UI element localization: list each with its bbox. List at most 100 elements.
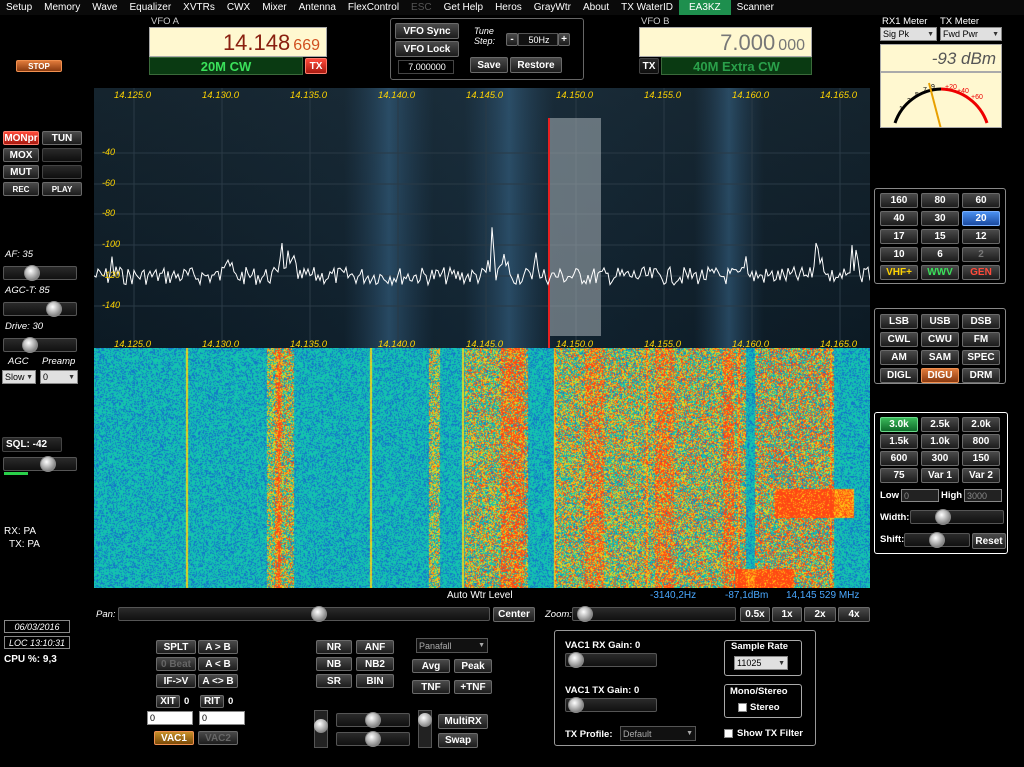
a-to-b-button[interactable]: A > B	[198, 640, 238, 654]
vac-rx-gain-slider[interactable]	[565, 652, 657, 668]
filter-150-button[interactable]: 150	[962, 451, 1000, 466]
swap-button[interactable]: Swap	[438, 733, 478, 748]
menu-item-esc[interactable]: ESC	[405, 0, 438, 15]
pan-slider[interactable]	[118, 606, 490, 622]
menu-item-flexcontrol[interactable]: FlexControl	[342, 0, 405, 15]
rit-input[interactable]: 0	[199, 711, 245, 725]
af-slider[interactable]	[3, 265, 77, 281]
blank-button-1[interactable]	[42, 148, 82, 162]
vfo-lock-button[interactable]: VFO Lock	[395, 41, 459, 57]
filter-2-5k-button[interactable]: 2.5k	[921, 417, 959, 432]
mode-usb-button[interactable]: USB	[921, 314, 959, 329]
anf-button[interactable]: ANF	[356, 640, 394, 654]
vfo-sync-button[interactable]: VFO Sync	[395, 23, 459, 39]
filter-shift-knob[interactable]	[929, 532, 945, 548]
filter-reset-button[interactable]: Reset	[972, 533, 1006, 549]
rec-button[interactable]: REC	[3, 182, 39, 196]
sr-button[interactable]: SR	[316, 674, 352, 688]
preamp-select[interactable]: 0 ▼	[40, 370, 78, 384]
filter-1-0k-button[interactable]: 1.0k	[921, 434, 959, 449]
mode-digl-button[interactable]: DIGL	[880, 368, 918, 383]
tx-profile-select[interactable]: Default ▼	[620, 726, 696, 741]
tune-step-minus[interactable]: -	[506, 33, 518, 46]
zoom-0-5x-button[interactable]: 0.5x	[740, 607, 770, 622]
filter-2-0k-button[interactable]: 2.0k	[962, 417, 1000, 432]
vslider-knob[interactable]	[314, 719, 328, 733]
mode-dsb-button[interactable]: DSB	[962, 314, 1000, 329]
rx-meter-select[interactable]: Sig Pk ▼	[880, 27, 937, 41]
mode-cwu-button[interactable]: CWU	[921, 332, 959, 347]
nb2-button[interactable]: NB2	[356, 657, 394, 671]
waterfall-panel[interactable]	[94, 348, 870, 588]
xit-input[interactable]: 0	[147, 711, 193, 725]
zoom-slider-knob[interactable]	[577, 606, 593, 622]
band-30-button[interactable]: 30	[921, 211, 959, 226]
tune-step-plus[interactable]: +	[558, 33, 570, 46]
vfo-a-display[interactable]: 14.148 669	[149, 27, 327, 57]
plus-tnf-button[interactable]: +TNF	[454, 680, 492, 694]
mode-digu-button[interactable]: DIGU	[921, 368, 959, 383]
af-slider-knob[interactable]	[24, 265, 40, 281]
vac-rx-knob[interactable]	[568, 652, 584, 668]
filter-1-5k-button[interactable]: 1.5k	[880, 434, 918, 449]
rx-balance-vslider-left[interactable]	[314, 710, 328, 748]
vac1-button[interactable]: VAC1	[154, 731, 194, 745]
band-160-button[interactable]: 160	[880, 193, 918, 208]
rx-balance-vslider-right[interactable]	[418, 710, 432, 748]
multirx-knob-1[interactable]	[365, 712, 381, 728]
split-button[interactable]: SPLT	[156, 640, 196, 654]
vfo-b-display[interactable]: 7.000 000	[639, 27, 812, 57]
mode-fm-button[interactable]: FM	[962, 332, 1000, 347]
vac2-button[interactable]: VAC2	[198, 731, 238, 745]
multirx-button[interactable]: MultiRX	[438, 714, 488, 729]
menu-item-cwx[interactable]: CWX	[221, 0, 256, 15]
menu-item-heros[interactable]: Heros	[489, 0, 528, 15]
mode-am-button[interactable]: AM	[880, 350, 918, 365]
band-wwv-button[interactable]: WWV	[921, 265, 959, 280]
menu-item-memory[interactable]: Memory	[38, 0, 86, 15]
blank-button-2[interactable]	[42, 165, 82, 179]
mode-lsb-button[interactable]: LSB	[880, 314, 918, 329]
band-17-button[interactable]: 17	[880, 229, 918, 244]
bin-button[interactable]: BIN	[356, 674, 394, 688]
vac-tx-gain-slider[interactable]	[565, 697, 657, 713]
filter-width-knob[interactable]	[935, 509, 951, 525]
band-12-button[interactable]: 12	[962, 229, 1000, 244]
drive-slider[interactable]	[3, 337, 77, 353]
a-swap-b-button[interactable]: A <> B	[198, 674, 238, 688]
band-vhfplus-button[interactable]: VHF+	[880, 265, 918, 280]
tx-meter-select[interactable]: Fwd Pwr ▼	[940, 27, 1002, 41]
filter-var-1-button[interactable]: Var 1	[921, 468, 959, 483]
vfo-restore-button[interactable]: Restore	[510, 57, 562, 73]
menu-item-tx-waterid[interactable]: TX WaterID	[615, 0, 679, 15]
mox-button[interactable]: MOX	[3, 148, 39, 162]
nb-button[interactable]: NB	[316, 657, 352, 671]
filter-low-input[interactable]: 0	[901, 489, 939, 502]
sample-rate-select[interactable]: 11025 ▼	[734, 656, 788, 670]
avg-button[interactable]: Avg	[412, 659, 450, 673]
filter-800-button[interactable]: 800	[962, 434, 1000, 449]
filter-300-button[interactable]: 300	[921, 451, 959, 466]
filter-shift-slider[interactable]	[904, 532, 970, 548]
menu-item-equalizer[interactable]: Equalizer	[123, 0, 177, 15]
if-v-button[interactable]: IF->V	[156, 674, 196, 688]
zero-beat-button[interactable]: 0 Beat	[156, 657, 196, 671]
band-40-button[interactable]: 40	[880, 211, 918, 226]
vac-tx-knob[interactable]	[568, 697, 584, 713]
mode-sam-button[interactable]: SAM	[921, 350, 959, 365]
stop-button[interactable]: STOP	[16, 60, 62, 72]
menu-item-get-help[interactable]: Get Help	[438, 0, 489, 15]
agct-slider-knob[interactable]	[46, 301, 62, 317]
sql-slider-knob[interactable]	[40, 456, 56, 472]
vfo-a-tx-button[interactable]: TX	[305, 58, 327, 74]
band-20-button[interactable]: 20	[962, 211, 1000, 226]
mut-button[interactable]: MUT	[3, 165, 39, 179]
agct-slider[interactable]	[3, 301, 77, 317]
play-button[interactable]: PLAY	[42, 182, 82, 196]
multirx-slider-1[interactable]	[336, 712, 410, 728]
peak-button[interactable]: Peak	[454, 659, 492, 673]
menu-item-graywtr[interactable]: GrayWtr	[528, 0, 577, 15]
menu-item-ea3kz[interactable]: EA3KZ	[678, 0, 731, 15]
band-60-button[interactable]: 60	[962, 193, 1000, 208]
menu-item-xvtrs[interactable]: XVTRs	[177, 0, 221, 15]
